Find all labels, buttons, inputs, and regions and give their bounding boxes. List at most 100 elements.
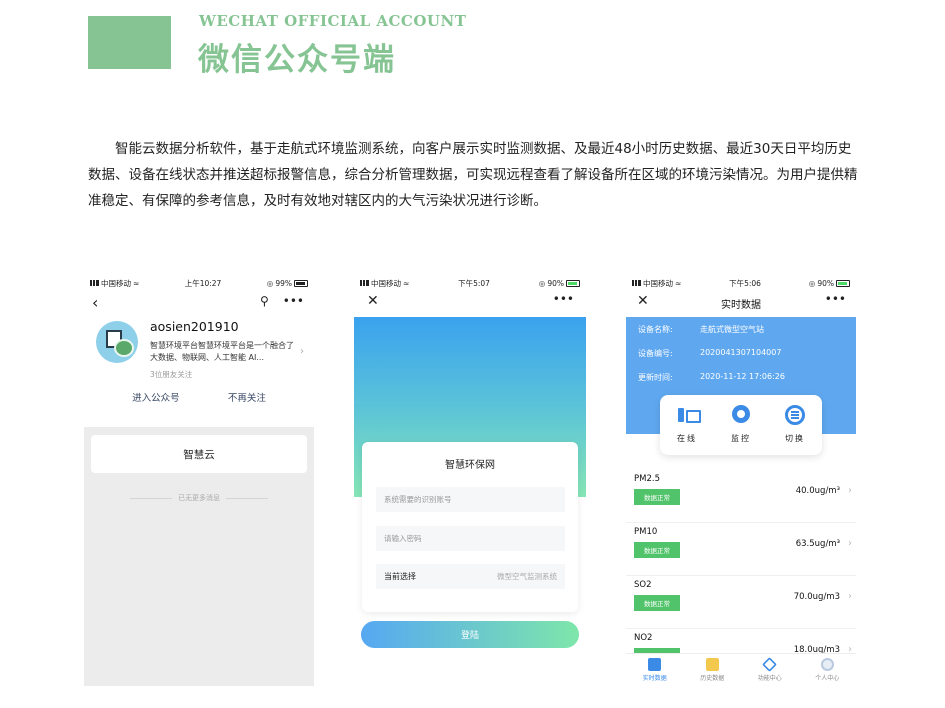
password-input[interactable] — [376, 526, 565, 551]
signal-icon — [360, 280, 369, 286]
action-card: 在线 监控 切换 — [660, 395, 822, 455]
more-icon[interactable]: ••• — [553, 292, 574, 306]
user-icon — [820, 658, 834, 671]
online-button[interactable]: 在线 — [676, 405, 701, 455]
intro-paragraph: 智能云数据分析软件，基于走航式环境监测系统，向客户展示实时监测数据、及最近48小… — [88, 141, 858, 209]
metric-row[interactable]: PM2.5 数据正常 40.0ug/m³ › — [626, 470, 856, 523]
carrier-text: 中国移动 — [643, 278, 673, 288]
status-time: 下午5:06 — [729, 278, 761, 288]
status-badge: 数据正常 — [634, 595, 680, 611]
back-icon[interactable]: ‹ — [92, 293, 98, 312]
phone-login: 中国移动≈ 下午5:07 ◎90% ✕ ••• 智慧环保网 当前选择 微型空气监… — [354, 275, 586, 686]
page-title: 实时数据 — [721, 300, 761, 311]
smart-cloud-card[interactable]: 智慧云 — [91, 435, 307, 473]
tab-function-center[interactable]: 功能中心 — [757, 657, 782, 682]
switch-label: 切换 — [785, 434, 805, 443]
alarm-icon: ◎ — [538, 278, 546, 288]
status-bar: 中国移动 ≈ 下午5:06 ◎ 90% — [626, 275, 856, 291]
account-name: aosien201910 — [150, 319, 239, 334]
metric-value: 63.5ug/m³ — [795, 539, 840, 549]
info-key: 更新时间: — [638, 373, 673, 382]
login-button[interactable]: 登陆 — [361, 621, 579, 648]
chevron-right-icon: › — [848, 591, 852, 602]
online-label: 在线 — [677, 434, 697, 443]
followers-text: 3位朋友关注 — [150, 370, 193, 379]
login-title: 智慧环保网 — [445, 460, 495, 471]
nav-bar: ✕ 实时数据 ••• — [626, 291, 856, 317]
info-device-id: 设备编号: 2020041307104007 — [638, 348, 781, 359]
metric-name: PM2.5 — [634, 474, 660, 484]
switch-button[interactable]: 切换 — [784, 405, 806, 455]
status-time: 下午5:07 — [458, 278, 490, 288]
metric-value: 70.0ug/m3 — [793, 592, 840, 602]
tab-label: 功能中心 — [757, 675, 782, 682]
enter-account-button[interactable]: 进入公众号 — [132, 390, 180, 420]
metric-row[interactable]: PM10 数据正常 63.5ug/m³ › — [626, 523, 856, 576]
info-key: 设备编号: — [638, 349, 673, 358]
metric-name: SO2 — [634, 580, 652, 590]
account-input[interactable] — [376, 487, 565, 512]
cube-icon — [762, 657, 778, 672]
wifi-icon: ≈ — [133, 278, 140, 288]
signal-icon — [90, 280, 99, 286]
status-badge: 数据正常 — [634, 489, 680, 505]
info-key: 设备名称: — [638, 325, 673, 334]
info-value: 2020041307104007 — [700, 348, 782, 357]
close-icon[interactable]: ✕ — [367, 293, 379, 309]
more-icon[interactable]: ••• — [283, 294, 304, 308]
chevron-right-icon: › — [848, 538, 852, 549]
info-value: 2020-11-12 17:06:26 — [700, 372, 785, 381]
status-bar: 中国移动 ≈ 下午5:07 ◎ 90% — [354, 275, 586, 291]
battery-icon — [565, 279, 580, 287]
phone-realtime-data: 中国移动 ≈ 下午5:06 ◎ 90% ✕ 实时数据 ••• 设备名称: 走航式微型… — [626, 275, 856, 686]
monitor-label: 监控 — [731, 434, 751, 443]
metric-value: 40.0ug/m³ — [795, 486, 840, 496]
login-card: 智慧环保网 当前选择 微型空气监测系统 — [362, 442, 578, 612]
monitor-icon — [648, 658, 662, 671]
carrier-text: 中国移动 — [101, 278, 131, 288]
battery-text: 90% — [817, 278, 834, 288]
tab-label: 实时数据 — [642, 675, 667, 682]
avatar — [96, 321, 138, 363]
account-profile[interactable]: aosien201910 智慧环境平台智慧环境平台是一个融合了大数据、物联网、人… — [84, 313, 314, 404]
account-actions: 进入公众号 不再关注 — [84, 390, 314, 420]
wifi-icon: ≈ — [675, 278, 682, 288]
info-device-name: 设备名称: 走航式微型空气站 — [638, 324, 764, 335]
metric-row[interactable]: SO2 数据正常 70.0ug/m3 › — [626, 576, 856, 629]
battery-icon — [293, 279, 308, 287]
nav-bar: ✕ ••• — [354, 291, 586, 317]
tab-personal-center[interactable]: 个人中心 — [815, 658, 839, 682]
header-english-title: WECHAT OFFICIAL ACCOUNT — [199, 12, 467, 30]
page: WECHAT OFFICIAL ACCOUNT 微信公众号端 智能云数据分析软件… — [0, 0, 945, 708]
alarm-icon: ◎ — [266, 278, 274, 288]
tab-bar: 实时数据 历史数据 功能中心 个人中心 — [626, 653, 856, 686]
tab-history-data[interactable]: 历史数据 — [700, 658, 724, 682]
battery-icon — [835, 279, 850, 287]
message-area: 智慧云 已无更多消息 — [84, 427, 314, 686]
search-icon[interactable]: ⚲ — [260, 294, 269, 308]
status-bar: 中国移动 ≈ 上午10:27 ◎ 99% — [84, 275, 314, 291]
chevron-right-icon: › — [848, 485, 852, 496]
book-icon — [705, 658, 719, 671]
monitor-button[interactable]: 监控 — [730, 405, 752, 455]
tab-label: 历史数据 — [700, 675, 725, 682]
system-select[interactable]: 当前选择 微型空气监测系统 — [376, 564, 565, 589]
header-color-block — [88, 16, 171, 69]
metric-name: NO2 — [634, 633, 653, 643]
status-time: 上午10:27 — [184, 278, 222, 288]
account-description: 智慧环境平台智慧环境平台是一个融合了大数据、物联网、人工智能 AI... — [150, 341, 294, 362]
carrier-text: 中国移动 — [371, 278, 401, 288]
no-more-messages: 已无更多消息 — [84, 493, 314, 503]
unfollow-button[interactable]: 不再关注 — [228, 390, 266, 420]
nav-bar: ‹ ⚲ ••• — [84, 291, 314, 313]
tab-realtime-data[interactable]: 实时数据 — [643, 658, 667, 682]
online-device-icon — [676, 405, 701, 427]
chevron-right-icon: › — [300, 346, 304, 357]
header-chinese-title: 微信公众号端 — [198, 42, 396, 78]
select-label: 当前选择 — [384, 572, 416, 581]
camera-icon — [730, 405, 752, 427]
tab-label: 个人中心 — [815, 675, 840, 682]
more-icon[interactable]: ••• — [825, 292, 846, 306]
phone-official-account: 中国移动 ≈ 上午10:27 ◎ 99% ‹ ⚲ ••• aosien201910 … — [84, 275, 314, 686]
alarm-icon: ◎ — [808, 278, 816, 288]
